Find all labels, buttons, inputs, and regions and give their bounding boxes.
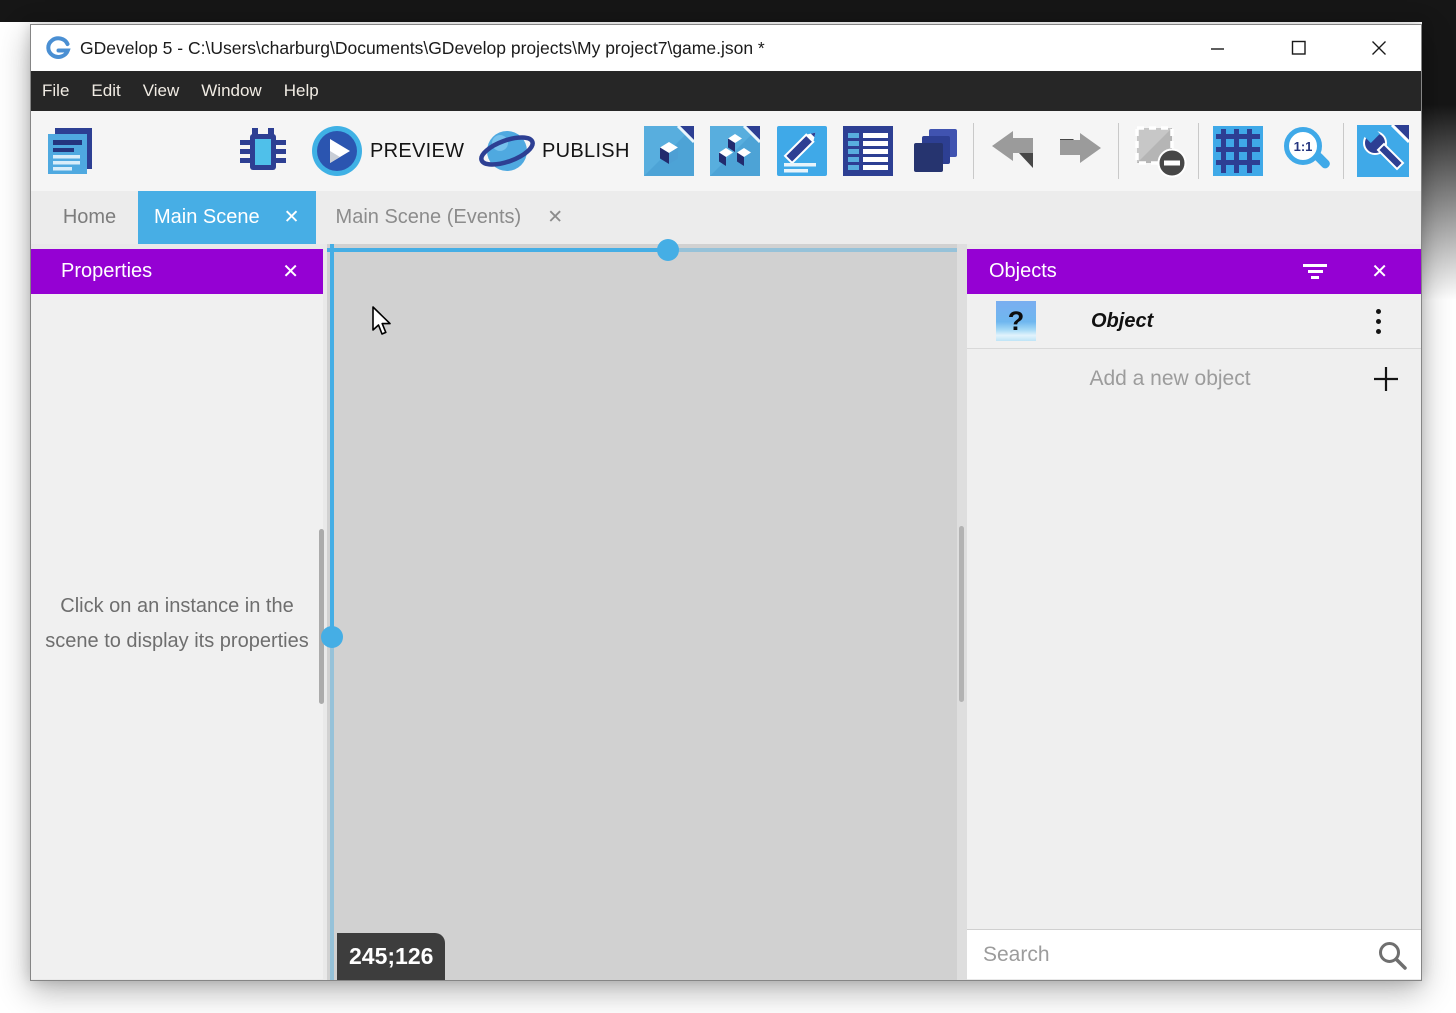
menu-view[interactable]: View (132, 71, 191, 111)
objects-panel: Objects ✕ ? Object Add a new object (967, 249, 1421, 979)
gdevelop-logo-icon (45, 35, 71, 61)
menu-window[interactable]: Window (190, 71, 272, 111)
add-plus-icon[interactable] (1373, 366, 1399, 392)
cursor-coordinates-badge: 245;126 (337, 933, 445, 980)
preview-play-icon (311, 125, 363, 177)
object-unknown-icon: ? (996, 301, 1036, 341)
tab-bar: Home Main Scene ✕ Main Scene (Events) ✕ (31, 191, 1421, 244)
add-object-label: Add a new object (967, 367, 1373, 391)
menu-bar: File Edit View Window Help (31, 71, 1421, 111)
undo-arrow-icon (989, 129, 1037, 173)
scene-canvas[interactable]: 245;126 (327, 244, 957, 980)
toolbar-separator (1118, 123, 1119, 179)
search-icon[interactable] (1376, 939, 1408, 971)
toolbar: PREVIEW PUBLISH (31, 111, 1421, 191)
desktop-background: GDevelop 5 - C:\Users\charburg\Documents… (0, 0, 1456, 1013)
redo-button[interactable] (1056, 129, 1104, 173)
canvas-gutter-scrollbar-thumb[interactable] (959, 526, 964, 702)
properties-empty-message: Click on an instance in the scene to dis… (45, 589, 309, 659)
tab-events-label: Main Scene (Events) (336, 206, 522, 229)
desktop-dark-strip-top (0, 0, 1456, 22)
app-window: GDevelop 5 - C:\Users\charburg\Documents… (30, 24, 1422, 981)
toolbar-separator (973, 123, 974, 179)
canvas-vscroll-track (330, 637, 334, 980)
wrench-icon (1357, 125, 1409, 177)
toolbar-separator (1198, 123, 1199, 179)
toolbar-separator (1343, 123, 1344, 179)
object-list-item[interactable]: ? Object (967, 294, 1421, 349)
objects-panel-title: Objects (989, 260, 1303, 283)
project-manager-icon (46, 127, 94, 175)
undo-button[interactable] (989, 129, 1037, 173)
edit-scene-button[interactable] (777, 126, 827, 176)
menu-edit[interactable]: Edit (80, 71, 131, 111)
redo-arrow-icon (1056, 129, 1104, 173)
instances-list-button[interactable] (710, 126, 760, 176)
tab-home-label: Home (63, 206, 116, 229)
events-list-icon (843, 126, 893, 176)
window-title: GDevelop 5 - C:\Users\charburg\Documents… (80, 38, 765, 59)
svg-text:1:1: 1:1 (1294, 139, 1313, 154)
maximize-button[interactable] (1269, 25, 1329, 71)
properties-scrollbar-thumb[interactable] (319, 529, 324, 704)
grid-icon (1213, 126, 1263, 176)
canvas-vscroll-track-filled (330, 244, 334, 637)
tab-home[interactable]: Home (41, 191, 138, 244)
deselect-icon (1133, 124, 1187, 178)
minimize-button[interactable] (1187, 25, 1247, 71)
menu-file[interactable]: File (31, 71, 80, 111)
search-input[interactable] (967, 943, 1376, 967)
pencil-icon (777, 126, 827, 176)
toggle-grid-button[interactable] (1213, 126, 1263, 176)
publish-label: PUBLISH (542, 140, 630, 163)
add-object-row[interactable]: Add a new object (967, 349, 1421, 409)
canvas-hscroll-thumb[interactable] (657, 239, 679, 261)
objects-editor-button[interactable] (644, 126, 694, 176)
tab-close-icon[interactable]: ✕ (284, 208, 300, 227)
tab-close-icon[interactable]: ✕ (547, 208, 563, 227)
kebab-menu-icon[interactable] (1372, 302, 1385, 340)
properties-panel-title: Properties (61, 260, 282, 283)
canvas-vscroll-thumb[interactable] (321, 626, 343, 648)
menu-help[interactable]: Help (273, 71, 330, 111)
objects-panel-header: Objects ✕ (967, 249, 1421, 294)
project-manager-button[interactable] (46, 127, 94, 175)
tab-main-scene-label: Main Scene (154, 206, 260, 229)
close-icon[interactable]: ✕ (1371, 259, 1388, 284)
window-titlebar: GDevelop 5 - C:\Users\charburg\Documents… (31, 25, 1421, 71)
canvas-hscroll-track (668, 248, 957, 252)
close-button[interactable] (1349, 25, 1409, 71)
tab-main-scene[interactable]: Main Scene ✕ (138, 191, 316, 244)
scene-settings-button[interactable] (1357, 125, 1409, 177)
preview-button[interactable]: PREVIEW (311, 125, 464, 177)
publish-globe-icon (479, 125, 535, 177)
object-name: Object (1091, 310, 1153, 333)
debugger-button[interactable] (239, 127, 287, 175)
preview-label: PREVIEW (370, 140, 464, 163)
close-icon[interactable]: ✕ (282, 259, 299, 284)
instances-cubes-icon (710, 126, 760, 176)
main-content: Properties ✕ Click on an instance in the… (31, 244, 1421, 980)
tab-main-scene-events[interactable]: Main Scene (Events) ✕ (316, 191, 584, 244)
properties-panel-header: Properties ✕ (31, 249, 323, 294)
properties-panel: Properties ✕ Click on an instance in the… (31, 249, 323, 979)
mouse-cursor-icon (371, 306, 395, 345)
canvas-hscroll-track-filled (327, 248, 668, 252)
scenes-layers-button[interactable] (910, 126, 960, 176)
publish-button[interactable]: PUBLISH (479, 125, 630, 177)
layers-icon (910, 126, 960, 176)
clear-selection-button[interactable] (1133, 124, 1187, 178)
zoom-original-button[interactable]: 1:1 (1279, 124, 1333, 178)
desktop-dark-strip-right (1422, 0, 1456, 300)
events-sheet-button[interactable] (843, 126, 893, 176)
objects-search-bar (967, 929, 1421, 979)
zoom-1-1-icon: 1:1 (1279, 124, 1333, 178)
canvas-scrollbar-gutter (957, 244, 967, 980)
filter-icon[interactable] (1303, 264, 1327, 279)
debugger-bug-icon (239, 127, 287, 175)
object-cube-icon (644, 126, 694, 176)
